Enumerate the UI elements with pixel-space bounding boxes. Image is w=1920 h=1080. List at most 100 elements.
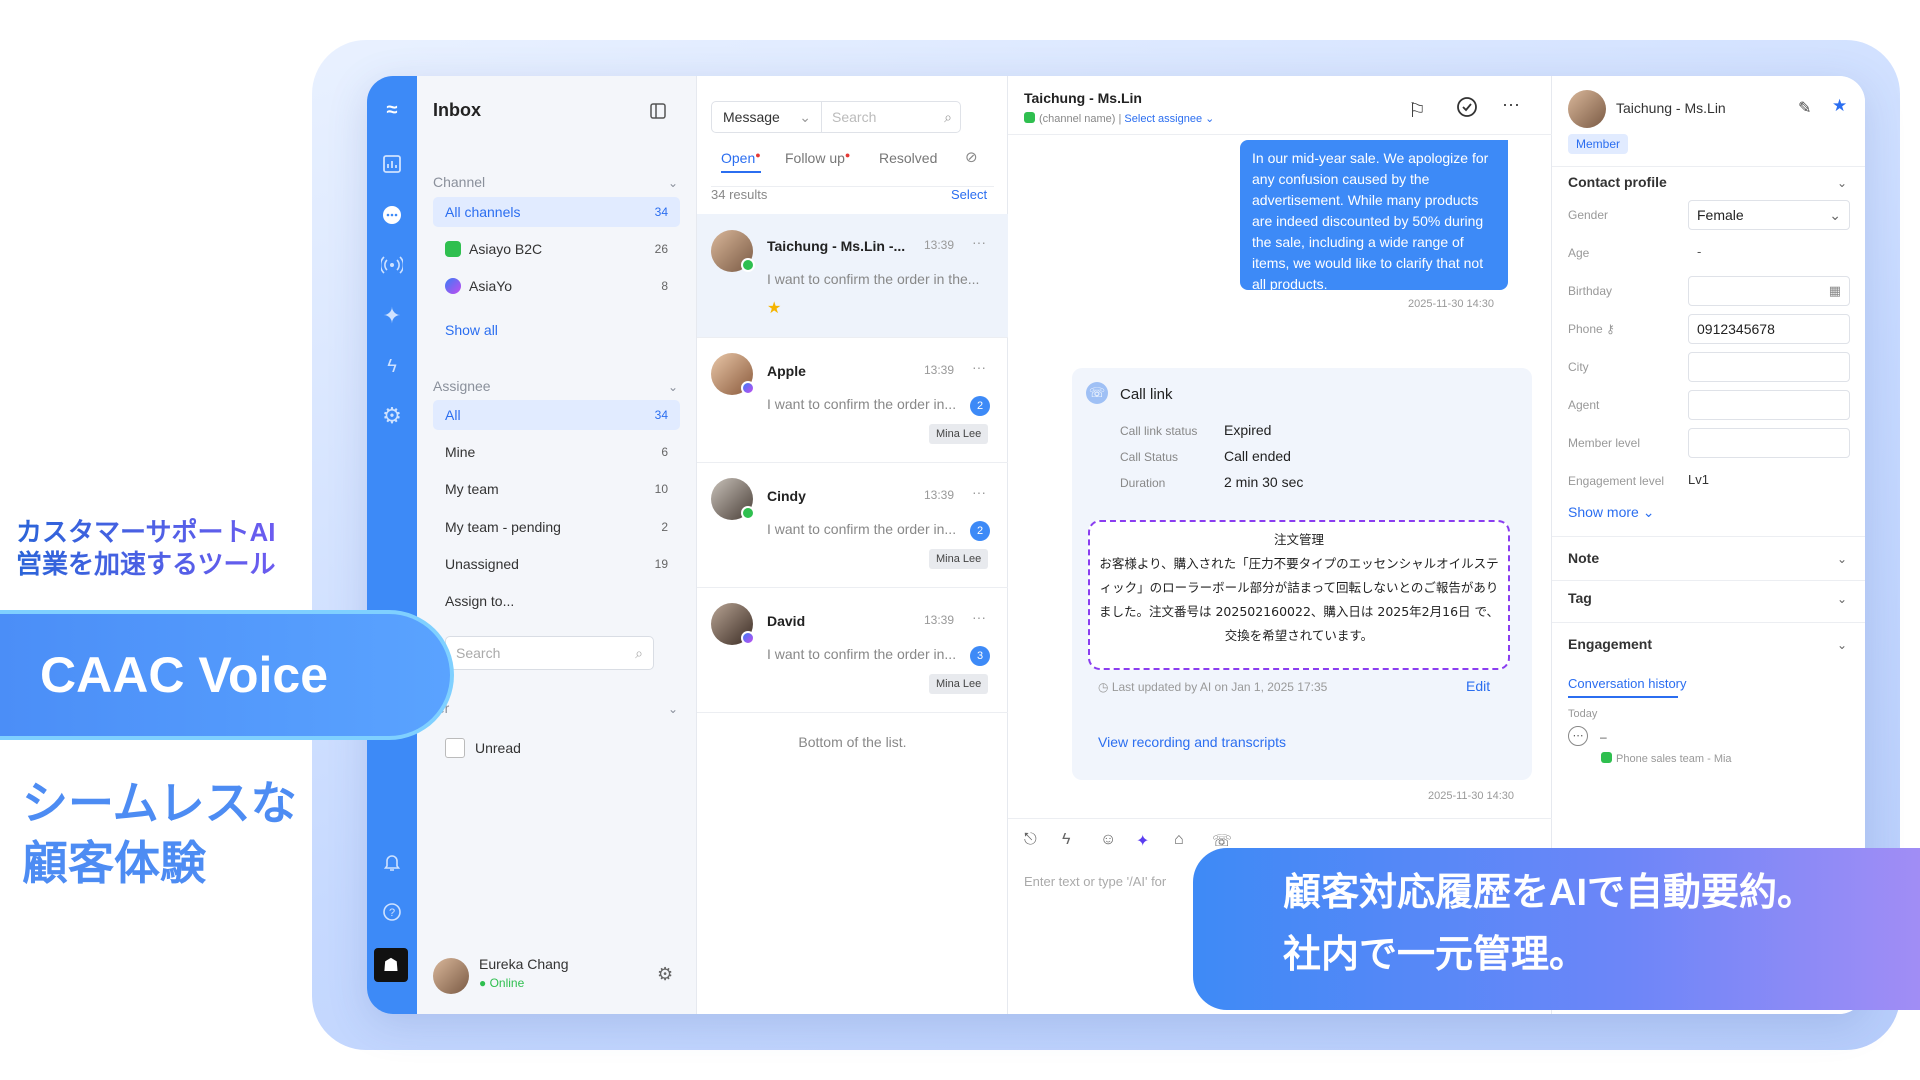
unread-badge: 3 [970, 646, 990, 666]
tab-open[interactable]: Open● [721, 150, 761, 166]
member-level-field[interactable] [1688, 428, 1850, 458]
more-icon[interactable]: ··· [972, 609, 986, 625]
tab-follow-up[interactable]: Follow up● [785, 150, 850, 166]
flag-icon[interactable]: ⚐ [1408, 98, 1426, 123]
view-recording-link[interactable]: View recording and transcripts [1098, 734, 1286, 750]
conversation-time: 13:39 [924, 613, 955, 627]
show-more-link[interactable]: Show more ⌄ [1568, 504, 1654, 521]
assignee-unassigned[interactable]: Unassigned 19 [433, 549, 680, 579]
chevron-down-icon[interactable]: ⌄ [1837, 552, 1847, 566]
banner-line2: 社内で一元管理。 [1283, 934, 1588, 976]
city-field[interactable] [1688, 352, 1850, 382]
select-button[interactable]: Select [951, 187, 987, 202]
bolt-icon[interactable]: ϟ [380, 354, 404, 378]
bolt-icon[interactable]: ϟ [1062, 831, 1070, 849]
gear-icon[interactable]: ⚙ [380, 404, 404, 428]
edit-summary-button[interactable]: Edit [1466, 678, 1490, 694]
broadcast-icon[interactable] [379, 254, 405, 278]
line-icon [1601, 752, 1612, 763]
assignee-chevron-icon[interactable]: ⌄ [668, 380, 678, 394]
conversation-item[interactable]: Cindy 13:39 ··· I want to confirm the or… [697, 464, 1008, 588]
message-type-select[interactable]: Message ⌄ [712, 102, 822, 132]
show-all-link[interactable]: Show all [445, 322, 498, 338]
user-name: Eureka Chang [479, 956, 569, 972]
agent-field[interactable] [1688, 390, 1850, 420]
svg-text:?: ? [389, 907, 395, 919]
conversation-name: David [767, 613, 806, 629]
ai-sparkle-icon[interactable]: ✦ [1136, 831, 1149, 851]
search-icon: ⌕ [944, 109, 952, 125]
contact-profile-section[interactable]: Contact profile [1568, 174, 1667, 190]
field-label: City [1568, 360, 1589, 374]
contact-avatar [1568, 90, 1606, 128]
assignee-mine[interactable]: Mine 6 [433, 437, 680, 467]
channel-asiayo[interactable]: AsiaYo 8 [433, 271, 680, 301]
conversation-preview: I want to confirm the order in... [767, 396, 957, 412]
help-icon[interactable]: ? [380, 902, 404, 926]
channel-chevron-icon[interactable]: ⌄ [668, 176, 678, 190]
more-options-icon[interactable]: ··· [1502, 94, 1520, 115]
assignee-search-input[interactable]: Search ⌕ [445, 636, 654, 670]
conversation-item[interactable]: David 13:39 ··· I want to confirm the or… [697, 589, 1008, 713]
blocked-icon[interactable]: ⊘ [965, 148, 978, 166]
chat-header-divider [1008, 134, 1552, 135]
tag-section[interactable]: Tag [1568, 590, 1592, 606]
conversation-item[interactable]: Apple 13:39 ··· I want to confirm the or… [697, 339, 1008, 463]
assignee-my-team-pending-count: 2 [661, 520, 668, 534]
assign-to[interactable]: Assign to... [433, 586, 680, 616]
note-section[interactable]: Note [1568, 550, 1599, 566]
collapse-panel-icon[interactable] [649, 102, 667, 125]
message-input[interactable]: Enter text or type '/AI' for [1024, 874, 1166, 889]
chevron-down-icon[interactable]: ⌄ [1837, 176, 1847, 190]
logo-icon[interactable]: ≈ [380, 98, 404, 122]
edit-pencil-icon[interactable]: ✎ [1798, 98, 1811, 118]
sparkle-icon[interactable]: ✦ [380, 304, 404, 328]
chat-icon[interactable] [380, 204, 404, 228]
phone-label: Phone [1568, 322, 1603, 336]
assignee-unassigned-count: 19 [654, 557, 668, 571]
settings-gear-icon[interactable]: ⚙ [657, 964, 673, 985]
phone-field[interactable]: 0912345678 [1688, 314, 1850, 344]
conversation-item[interactable]: Taichung - Ms.Lin -... 13:39 ··· I want … [697, 214, 1008, 338]
field-label: Agent [1568, 398, 1600, 412]
emoji-icon[interactable]: ☺ [1100, 831, 1116, 849]
more-icon[interactable]: ··· [972, 359, 986, 375]
star-icon[interactable]: ★ [767, 298, 781, 318]
assignee-my-team[interactable]: My team 10 [433, 474, 680, 504]
resolve-check-icon[interactable] [1456, 96, 1478, 123]
chevron-down-icon[interactable]: ⌄ [1837, 638, 1847, 652]
history-dash: – [1600, 730, 1607, 744]
star-icon[interactable]: ★ [1832, 96, 1847, 116]
user-status[interactable]: ● Online [479, 976, 524, 990]
inbox-sidebar: Inbox Channel ⌄ All channels 34 Asiayo B… [417, 76, 697, 1014]
line-icon [1024, 112, 1035, 123]
field-label: Birthday [1568, 284, 1613, 298]
promo-tagline-line1: カスタマーサポートAI [16, 517, 276, 547]
channel-asiayo-b2c[interactable]: Asiayo B2C 26 [433, 234, 680, 264]
filter-chevron-icon[interactable]: ⌄ [668, 702, 678, 716]
select-assignee[interactable]: Select assignee [1124, 113, 1202, 125]
more-icon[interactable]: ··· [972, 484, 986, 500]
call-row-value: Expired [1224, 422, 1272, 438]
more-icon[interactable]: ··· [972, 234, 986, 250]
brand-badge-icon[interactable]: ☗ [374, 948, 408, 982]
channel-all[interactable]: All channels 34 [433, 197, 680, 227]
unread-checkbox[interactable]: Unread [445, 738, 521, 758]
conversation-time: 13:39 [924, 363, 955, 377]
chevron-down-icon[interactable]: ⌄ [1837, 592, 1847, 606]
conversation-history-tab[interactable]: Conversation history [1568, 676, 1687, 691]
list-search-input[interactable]: Search ⌕ [832, 102, 958, 132]
bag-icon[interactable]: ⌂ [1174, 831, 1184, 849]
assignee-all[interactable]: All 34 [433, 400, 680, 430]
chart-icon[interactable] [380, 154, 404, 178]
attachment-icon[interactable]: ⎋ [1024, 831, 1037, 849]
field-label: Engagement level [1568, 474, 1665, 488]
birthday-field[interactable]: ▦ [1688, 276, 1850, 306]
assignee-my-team-pending[interactable]: My team - pending 2 [433, 512, 680, 542]
gender-select[interactable]: Female ⌄ [1688, 200, 1850, 230]
user-avatar[interactable] [433, 958, 469, 994]
engagement-section[interactable]: Engagement [1568, 636, 1652, 652]
list-filter-bar: Message ⌄ Search ⌕ [711, 101, 961, 133]
tab-resolved[interactable]: Resolved [879, 150, 937, 166]
bell-icon[interactable] [380, 852, 404, 876]
